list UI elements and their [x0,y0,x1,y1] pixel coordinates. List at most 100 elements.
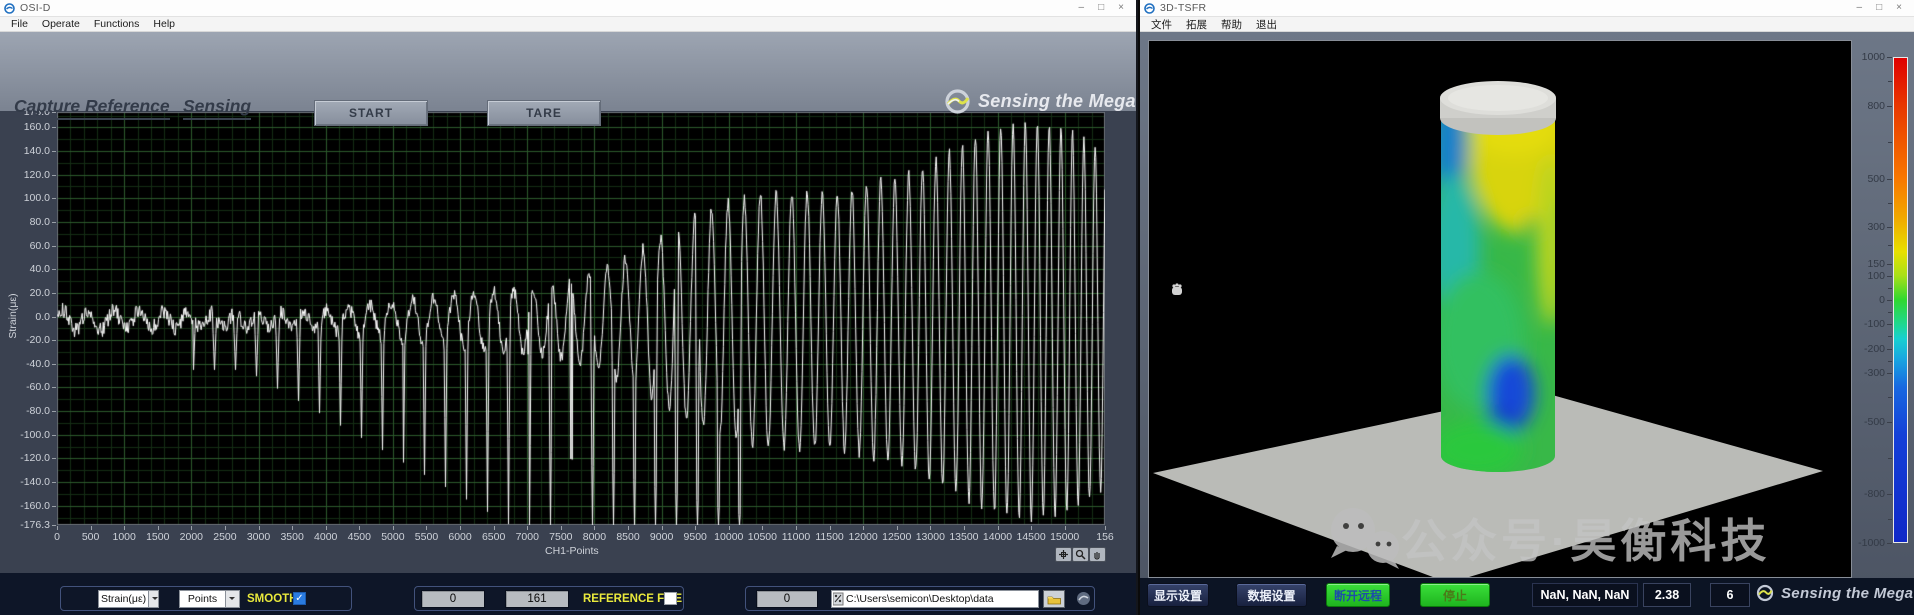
colorbar-minor-tick-mark [1888,81,1892,82]
chevron-down-icon[interactable] [225,591,239,607]
colorbar-minor-tick-mark [1888,519,1892,520]
right-menu-item-3[interactable]: 退出 [1249,17,1284,32]
data-settings-button[interactable]: 数据设置 [1236,583,1307,607]
colorbar-minor-tick-mark [1888,397,1892,398]
y-tick-label: 120.0 [2,169,50,181]
left-menu-item-0[interactable]: File [4,18,35,30]
disconnect-remote-button[interactable]: 断开远程 [1326,583,1390,607]
y-tick-label: -80.0 [2,405,50,417]
browse-folder-button[interactable] [1043,590,1065,608]
y-tick-mark [52,198,56,199]
window-title: OSI-D [20,2,51,14]
y-tick-mark [52,340,56,341]
unit-dropdown[interactable]: Strain(με) [98,590,159,608]
right-menu-item-0[interactable]: 文件 [1144,17,1179,32]
tab-sensing[interactable]: Sensing [183,96,251,120]
strain-chart-plot[interactable] [57,112,1105,525]
x-axis-dropdown[interactable]: Points [179,590,240,608]
footer-brand-logo: Sensing the Mega [1756,584,1913,602]
readout-1[interactable]: 2.38 [1643,583,1691,607]
path-type-icon [833,592,844,606]
colorbar-tick-label: -1000 [1843,537,1885,549]
x-tick-mark [897,526,898,530]
x-tick-mark [628,526,629,530]
colorbar-tick-label: 150 [1843,258,1885,270]
y-tick-mark [52,364,56,365]
colorbar-minor-tick-mark [1888,458,1892,459]
x-tick-mark [830,526,831,530]
brand-text: Sensing the Mega [978,91,1136,112]
screen: OSI-D – □ × FileOperateFunctionsHelp Cap… [0,0,1914,615]
value-c-field[interactable]: 0 [756,590,818,608]
folder-icon [1047,594,1062,605]
close-button[interactable]: × [1896,3,1902,13]
smooth-checkbox[interactable]: ✓ [293,592,306,605]
3d-viewport[interactable]: 公众号·昊衡科技 [1148,40,1852,578]
colorbar-tick-label: -800 [1843,488,1885,500]
display-settings-button[interactable]: 显示设置 [1147,583,1209,607]
right-titlebar[interactable]: 3D-TSFR – □ × [1140,0,1914,17]
value-b-field[interactable]: 161 [505,590,569,608]
x-axis-label: CH1-Points [545,545,599,557]
left-titlebar[interactable]: OSI-D – □ × [0,0,1136,17]
cylinder-cap [1440,81,1556,135]
3d-scene: 公众号·昊衡科技 [1149,41,1851,577]
right-menu-item-2[interactable]: 帮助 [1214,17,1249,32]
colorbar-minor-tick-mark [1888,361,1892,362]
x-tick-mark [225,526,226,530]
reference-file-checkbox[interactable] [664,592,677,605]
colorbar-tick-mark [1887,373,1892,374]
colorbar-tick-mark [1887,106,1892,107]
x-tick-label: 156 [1082,531,1128,543]
y-tick-mark [52,411,56,412]
x-tick-mark [57,526,58,530]
colorbar-tick-label: 0 [1843,294,1885,306]
minimize-button[interactable]: – [1857,3,1863,13]
colorbar-tick-label: 100 [1843,270,1885,282]
left-menu-item-1[interactable]: Operate [35,18,87,30]
x-tick-mark [1105,526,1106,530]
right-menu-item-1[interactable]: 拓展 [1179,17,1214,32]
tab-capture-reference[interactable]: Capture Reference [14,96,170,120]
start-button[interactable]: START [314,100,428,126]
graph-pan-tool[interactable] [1089,547,1106,562]
y-tick-label: 100.0 [2,192,50,204]
refresh-swirl-icon[interactable] [1076,591,1091,606]
colorbar-tick-mark [1887,300,1892,301]
value-a-field[interactable]: 0 [421,590,485,608]
y-tick-label: 160.0 [2,121,50,133]
brand-text: Sensing the Mega [1781,585,1913,602]
x-tick-mark [292,526,293,530]
x-tick-mark [326,526,327,530]
window-osi-d: OSI-D – □ × FileOperateFunctionsHelp Cap… [0,0,1138,615]
x-tick-mark [695,526,696,530]
y-tick-label: -120.0 [2,452,50,464]
chevron-down-icon[interactable] [148,591,158,607]
y-tick-label: -176.3 [2,519,50,531]
display-options-group: Strain(με) Points SMOOTH ✓ [60,586,352,611]
y-tick-mark [52,222,56,223]
maximize-button[interactable]: □ [1098,3,1104,13]
colorbar-tick-label: -300 [1843,367,1885,379]
readout-2[interactable]: 6 [1710,583,1750,607]
left-menu-item-2[interactable]: Functions [87,18,147,30]
tare-button[interactable]: TARE [487,100,601,126]
colorbar-minor-tick-mark [1888,245,1892,246]
graph-zoom-tool[interactable] [1072,547,1089,562]
data-path-input[interactable]: C:\Users\semicon\Desktop\data [831,590,1039,608]
stop-button[interactable]: 停止 [1420,583,1490,607]
colorbar-tick-mark [1887,276,1892,277]
colorbar-minor-tick-mark [1888,203,1892,204]
colorbar-tick-mark [1887,57,1892,58]
graph-cursor-tool[interactable] [1055,547,1072,562]
colorbar-tick-label: 1000 [1843,51,1885,63]
colorbar-tick-label: -100 [1843,318,1885,330]
left-menu-item-3[interactable]: Help [146,18,182,30]
y-tick-label: -160.0 [2,500,50,512]
y-tick-mark [52,458,56,459]
x-tick-mark [662,526,663,530]
maximize-button[interactable]: □ [1876,3,1882,13]
close-button[interactable]: × [1118,3,1124,13]
x-tick-mark [762,526,763,530]
minimize-button[interactable]: – [1079,3,1085,13]
